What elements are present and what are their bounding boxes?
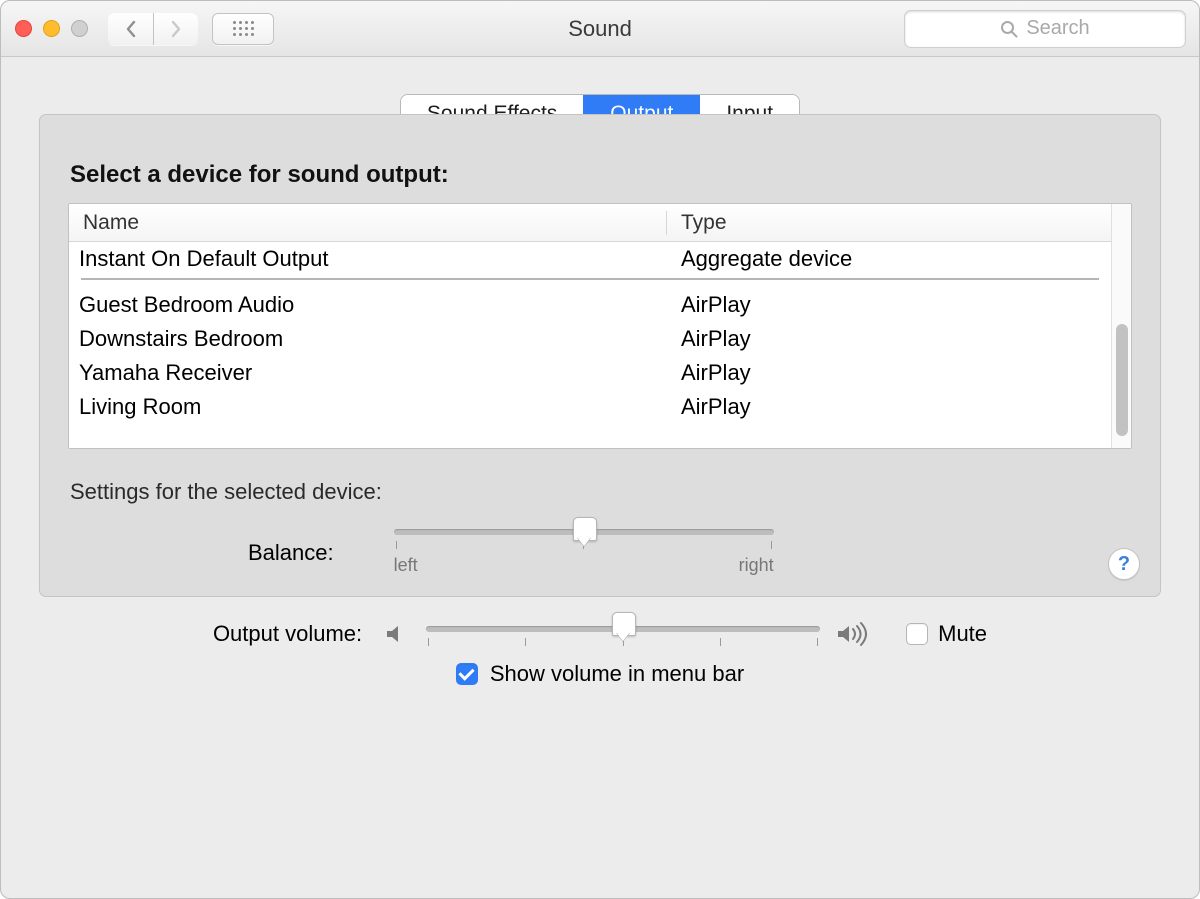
table-separator <box>81 278 1099 280</box>
device-name: Living Room <box>69 394 667 420</box>
device-type: Aggregate device <box>667 246 1111 272</box>
device-type: AirPlay <box>667 394 1111 420</box>
balance-row: Balance: left right <box>248 529 1132 576</box>
sound-preferences-window: Sound Search Sound Effects Output Input … <box>0 0 1200 899</box>
footer: Output volume: <box>39 597 1161 707</box>
device-table: Name Type Instant On Default Output Aggr… <box>68 203 1132 449</box>
device-table-scrollbar[interactable] <box>1111 204 1131 448</box>
device-name: Instant On Default Output <box>69 246 667 272</box>
output-volume-slider[interactable] <box>426 622 820 646</box>
device-type: AirPlay <box>667 326 1111 352</box>
forward-button[interactable] <box>153 13 198 45</box>
nav-back-forward <box>108 13 198 45</box>
output-volume-label: Output volume: <box>213 621 362 647</box>
scrollbar-thumb[interactable] <box>1116 324 1128 436</box>
content-area: Sound Effects Output Input Select a devi… <box>1 57 1199 898</box>
device-type: AirPlay <box>667 360 1111 386</box>
device-name: Downstairs Bedroom <box>69 326 667 352</box>
mute-label: Mute <box>938 621 987 647</box>
zoom-window-button[interactable] <box>71 20 88 37</box>
grid-icon <box>233 21 254 36</box>
show-volume-menubar-row: Show volume in menu bar <box>77 661 1123 687</box>
mute-control: Mute <box>906 621 987 647</box>
table-row[interactable]: Instant On Default Output Aggregate devi… <box>69 242 1111 276</box>
speaker-high-icon <box>836 621 872 647</box>
output-volume-row: Output volume: <box>77 621 1123 647</box>
question-mark-icon: ? <box>1118 553 1130 576</box>
search-input[interactable]: Search <box>905 11 1185 47</box>
slider-end-labels: left right <box>394 555 774 576</box>
search-icon <box>1000 20 1018 38</box>
show-volume-menubar-checkbox[interactable] <box>456 663 478 685</box>
device-table-header: Name Type <box>69 204 1111 242</box>
back-button[interactable] <box>108 13 153 45</box>
table-row[interactable]: Yamaha Receiver AirPlay <box>69 356 1111 390</box>
device-name: Yamaha Receiver <box>69 360 667 386</box>
close-window-button[interactable] <box>15 20 32 37</box>
balance-right-label: right <box>739 555 774 576</box>
window-controls <box>15 20 88 37</box>
table-row[interactable]: Living Room AirPlay <box>69 390 1111 424</box>
device-name: Guest Bedroom Audio <box>69 292 667 318</box>
output-panel: Select a device for sound output: Name T… <box>39 114 1161 597</box>
slider-thumb[interactable] <box>612 612 634 642</box>
show-all-button[interactable] <box>212 13 274 45</box>
column-header-name[interactable]: Name <box>69 211 667 235</box>
balance-slider[interactable]: left right <box>394 529 774 576</box>
panel-heading: Select a device for sound output: <box>70 161 1132 189</box>
mute-checkbox[interactable] <box>906 623 928 645</box>
settings-label: Settings for the selected device: <box>70 479 1132 505</box>
show-volume-menubar-label: Show volume in menu bar <box>490 661 744 687</box>
minimize-window-button[interactable] <box>43 20 60 37</box>
device-type: AirPlay <box>667 292 1111 318</box>
search-placeholder: Search <box>1026 17 1089 40</box>
balance-left-label: left <box>394 555 418 576</box>
table-row[interactable]: Guest Bedroom Audio AirPlay <box>69 288 1111 322</box>
help-button[interactable]: ? <box>1108 548 1140 580</box>
device-table-main: Name Type Instant On Default Output Aggr… <box>69 204 1111 448</box>
slider-thumb[interactable] <box>573 517 595 547</box>
balance-label: Balance: <box>248 540 334 566</box>
speaker-low-icon <box>384 621 410 647</box>
column-header-type[interactable]: Type <box>667 211 1111 235</box>
device-table-rows: Instant On Default Output Aggregate devi… <box>69 242 1111 448</box>
table-row[interactable]: Downstairs Bedroom AirPlay <box>69 322 1111 356</box>
titlebar: Sound Search <box>1 1 1199 57</box>
